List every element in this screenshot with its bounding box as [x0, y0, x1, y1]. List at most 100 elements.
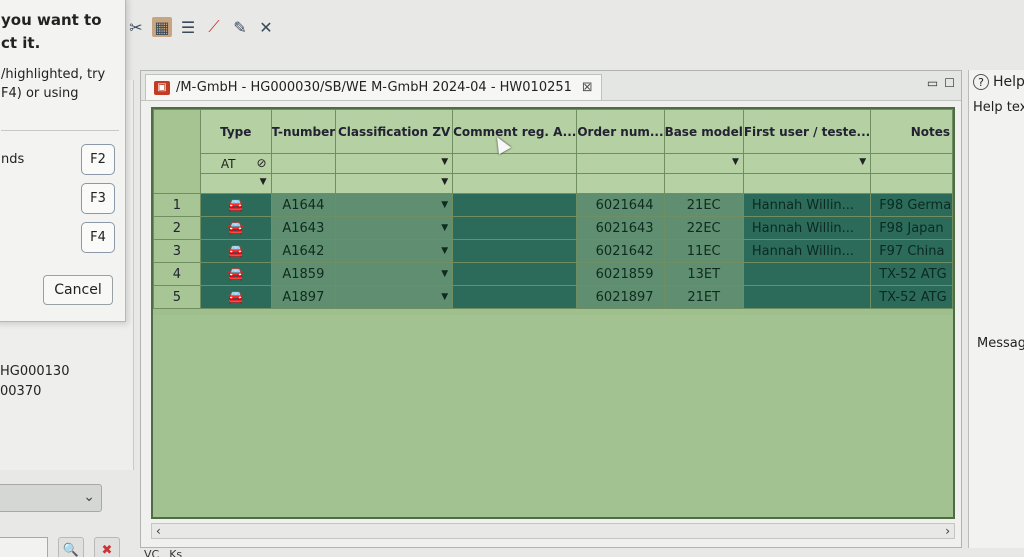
classification-cell[interactable]: ▼ [335, 239, 454, 263]
bottom-tab[interactable]: Ks [169, 548, 182, 557]
order-number-cell[interactable]: 6021642 [576, 239, 665, 263]
first-user-cell[interactable]: Hannah Willin... [742, 216, 872, 240]
classification-cell[interactable]: ▼ [335, 285, 454, 309]
filter2-type[interactable]: ▼ [199, 173, 272, 194]
filter2-base-model[interactable] [663, 173, 744, 194]
list-icon[interactable]: ☰ [178, 17, 198, 37]
f3-key-button[interactable]: F3 [81, 183, 115, 214]
f4-key-button[interactable]: F4 [81, 222, 115, 253]
comment-cell[interactable] [452, 239, 578, 263]
dropdown-arrow-icon[interactable]: ▼ [441, 246, 448, 256]
base-model-cell[interactable]: 21ET [663, 285, 744, 309]
dropdown-arrow-icon[interactable]: ▼ [441, 223, 448, 233]
minimize-icon[interactable]: ▭ [927, 76, 938, 90]
column-header-first-user[interactable]: First user / teste... [742, 109, 872, 154]
notes-cell[interactable]: TX-52 ATG [870, 285, 953, 309]
order-number-cell[interactable]: 6021859 [576, 262, 665, 286]
notes-cell[interactable]: F97 China [870, 239, 953, 263]
dropdown-arrow-icon[interactable]: ▼ [859, 157, 866, 167]
editor-tab[interactable]: ▣ /M-GmbH - HG000030/SB/WE M-GmbH 2024-0… [145, 74, 602, 100]
base-model-cell[interactable]: 21EC [663, 193, 744, 217]
classification-cell[interactable]: ▼ [335, 262, 454, 286]
order-number-cell[interactable]: 6021897 [576, 285, 665, 309]
comment-cell[interactable] [452, 262, 578, 286]
table-row[interactable]: 4 🚘 A1859 ▼ 6021859 13ET TX-52 ATG [153, 262, 953, 286]
tools-icon[interactable]: ✕ [256, 17, 276, 37]
order-number-cell[interactable]: 6021643 [576, 216, 665, 240]
comment-cell[interactable] [452, 216, 578, 240]
filter2-comment[interactable] [452, 173, 578, 194]
column-header-comment[interactable]: Comment reg. A... [452, 109, 578, 154]
filter-t-number[interactable] [270, 153, 337, 174]
t-number-cell[interactable]: A1859 [270, 262, 337, 286]
filter-order[interactable] [576, 153, 665, 174]
first-user-cell[interactable]: Hannah Willin... [742, 239, 872, 263]
cross-red-icon[interactable]: ⟋ [204, 17, 224, 37]
cancel-button[interactable]: Cancel [43, 275, 113, 305]
comment-cell[interactable] [452, 193, 578, 217]
f2-key-button[interactable]: F2 [81, 144, 115, 175]
filter-base-model[interactable]: ▼ [663, 153, 744, 174]
delete-icon[interactable]: ✖ [94, 537, 120, 557]
filter2-classification[interactable]: ▼ [335, 173, 454, 194]
column-header-type[interactable]: Type [199, 109, 272, 154]
filter2-order[interactable] [576, 173, 665, 194]
filter-classification[interactable]: ▼ [335, 153, 454, 174]
first-user-cell[interactable] [742, 262, 872, 286]
t-number-cell[interactable]: A1643 [270, 216, 337, 240]
notes-cell[interactable]: F98 Germa [870, 193, 953, 217]
t-number-cell[interactable]: A1642 [270, 239, 337, 263]
column-header-order-number[interactable]: Order num... [576, 109, 665, 154]
column-header-notes[interactable]: Notes [870, 109, 953, 154]
t-number-cell[interactable]: A1897 [270, 285, 337, 309]
maximize-icon[interactable]: ☐ [944, 76, 955, 90]
notes-cell[interactable]: F98 Japan [870, 216, 953, 240]
scroll-left-icon[interactable]: ‹ [156, 524, 161, 538]
filter-comment[interactable] [452, 153, 578, 174]
base-model-cell[interactable]: 13ET [663, 262, 744, 286]
table-row[interactable]: 1 🚘 A1644 ▼ 6021644 21EC Hannah Willin..… [153, 193, 953, 217]
dropdown-arrow-icon[interactable]: ▼ [441, 269, 448, 279]
first-user-cell[interactable] [742, 285, 872, 309]
classification-cell[interactable]: ▼ [335, 193, 454, 217]
table-row[interactable]: 5 🚘 A1897 ▼ 6021897 21ET TX-52 ATG [153, 285, 953, 309]
bottom-tab[interactable]: VC [144, 548, 159, 557]
dropdown-arrow-icon[interactable]: ▼ [441, 200, 448, 210]
dropdown-arrow-icon[interactable]: ▼ [441, 157, 448, 167]
filter2-notes[interactable] [870, 173, 953, 194]
filter-notes[interactable] [870, 153, 953, 174]
search-icon[interactable]: 🔍 [58, 537, 84, 557]
left-dropdown[interactable]: ⌄ [0, 484, 102, 512]
scroll-right-icon[interactable]: › [945, 524, 950, 538]
no-entry-icon[interactable]: ⊘ [256, 156, 266, 170]
notes-cell[interactable]: TX-52 ATG [870, 262, 953, 286]
close-icon[interactable]: ⊠ [582, 80, 593, 95]
t-number-cell[interactable]: A1644 [270, 193, 337, 217]
order-number-cell[interactable]: 6021644 [576, 193, 665, 217]
comment-cell[interactable] [452, 285, 578, 309]
row-number: 2 [153, 216, 201, 240]
base-model-cell[interactable]: 22EC [663, 216, 744, 240]
classification-cell[interactable]: ▼ [335, 216, 454, 240]
table-row[interactable]: 2 🚘 A1643 ▼ 6021643 22EC Hannah Willin..… [153, 216, 953, 240]
pencil-icon[interactable]: ✎ [230, 17, 250, 37]
filter2-first-user[interactable] [742, 173, 872, 194]
horizontal-scrollbar[interactable]: ‹ › [151, 523, 955, 539]
base-model-cell[interactable]: 11EC [663, 239, 744, 263]
column-header-t-number[interactable]: T-number [270, 109, 337, 154]
table-row[interactable]: 3 🚘 A1642 ▼ 6021642 11EC Hannah Willin..… [153, 239, 953, 263]
filter-first-user[interactable]: ▼ [742, 153, 872, 174]
first-user-cell[interactable]: Hannah Willin... [742, 193, 872, 217]
dropdown-arrow-icon[interactable]: ▼ [260, 177, 267, 187]
dropdown-arrow-icon[interactable]: ▼ [441, 292, 448, 302]
filter2-t-number[interactable] [270, 173, 337, 194]
scissors-icon[interactable]: ✂ [126, 17, 146, 37]
package-icon[interactable]: ▦ [152, 17, 172, 37]
left-bottom-input[interactable] [0, 537, 48, 557]
dropdown-arrow-icon[interactable]: ▼ [732, 157, 739, 167]
column-header-base-model[interactable]: Base model [663, 109, 744, 154]
filter-type[interactable]: AT ⊘ [199, 153, 272, 174]
column-header-classification[interactable]: Classification ZV [335, 109, 454, 154]
messages-title: Messag [977, 336, 1024, 351]
dropdown-arrow-icon[interactable]: ▼ [441, 177, 448, 187]
